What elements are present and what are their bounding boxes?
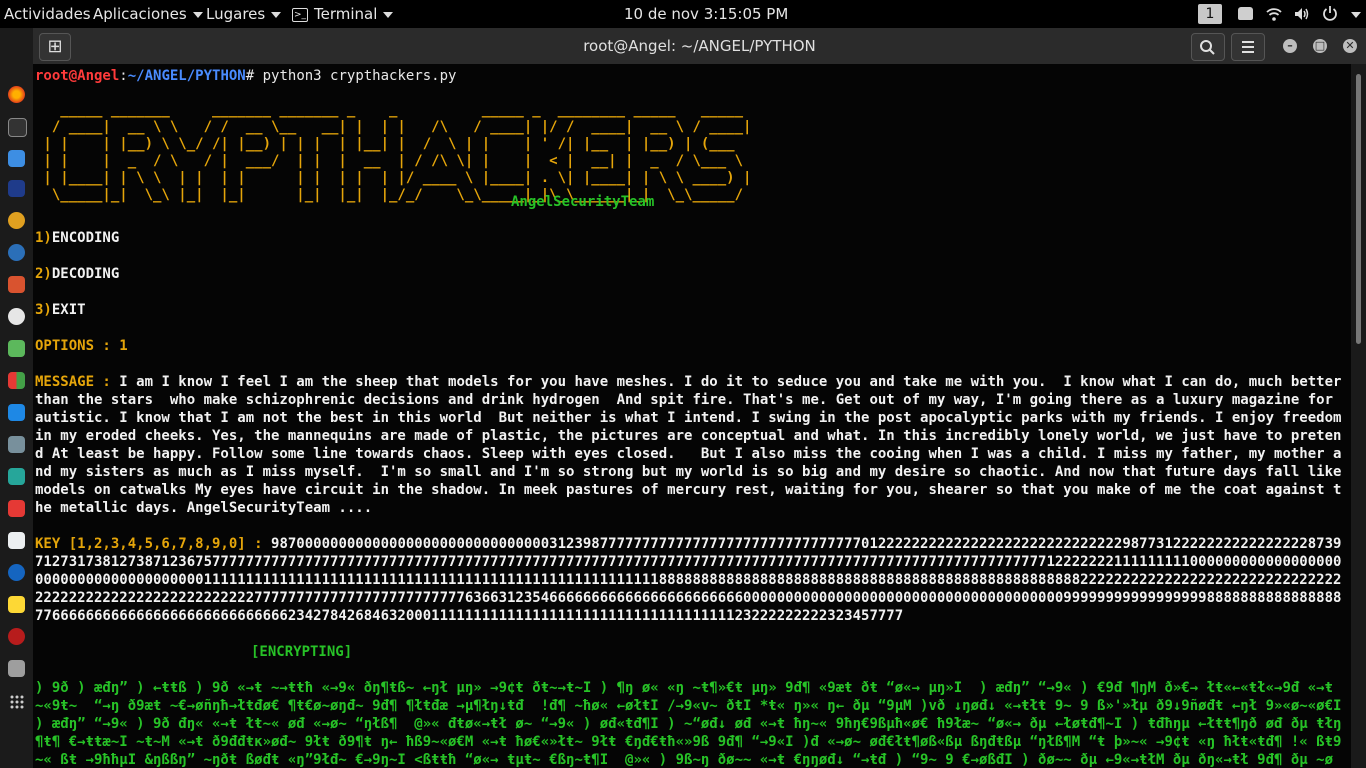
app-icon-5[interactable] (8, 212, 25, 229)
places-label: Lugares (206, 5, 266, 23)
message-block: MESSAGE : I am I know I feel I am the sh… (35, 373, 1349, 517)
app-icon-12[interactable] (8, 436, 25, 453)
terminal-app-menu[interactable]: >_ Terminal (292, 5, 394, 23)
close-button[interactable]: ✕ (1343, 39, 1357, 53)
app-icon-11[interactable] (8, 404, 25, 421)
terminal-dock-icon[interactable] (8, 118, 27, 137)
maximize-icon: □ (1314, 39, 1326, 52)
message-text: I am I know I feel I am the sheep that m… (35, 374, 1350, 516)
window-title: root@Angel: ~/ANGEL/PYTHON (583, 37, 816, 55)
options-line: OPTIONS : 1 (35, 337, 128, 355)
system-menu-chevron-icon[interactable] (1351, 12, 1361, 18)
title-bar[interactable]: ⊞ root@Angel: ~/ANGEL/PYTHON – □ ✕ (33, 28, 1366, 64)
workspace-indicator[interactable]: 1 (1198, 4, 1222, 24)
menu-number: 3) (35, 302, 52, 318)
applications-label: Aplicaciones (93, 5, 187, 23)
app-icon-14[interactable] (8, 500, 25, 517)
volume-icon[interactable] (1294, 6, 1310, 22)
app-icon-13[interactable] (8, 468, 25, 485)
command-text: python3 crypthackers.py (262, 68, 457, 84)
search-button[interactable] (1191, 33, 1225, 61)
power-icon[interactable] (1322, 5, 1338, 21)
scrollbar-thumb[interactable] (1356, 74, 1361, 344)
prompt-separator: : (119, 68, 128, 84)
dock (0, 28, 33, 768)
menu-label: EXIT (51, 302, 86, 318)
message-label: MESSAGE : (35, 374, 120, 390)
maximize-button[interactable]: □ (1313, 39, 1327, 53)
menu-number: 1) (35, 230, 52, 246)
wifi-icon[interactable] (1266, 6, 1282, 22)
text-editor-icon[interactable] (8, 532, 25, 549)
applications-menu[interactable]: Aplicaciones (93, 5, 203, 23)
chevron-down-icon (271, 11, 282, 18)
firefox-icon[interactable] (8, 86, 25, 103)
prompt-path: ~/ANGEL/PYTHON (127, 68, 246, 84)
terminal-app-label: Terminal (314, 5, 378, 23)
show-apps-icon[interactable] (9, 694, 25, 710)
terminal-output[interactable]: root@Angel:~/ANGEL/PYTHON# python3 crypt… (33, 64, 1351, 768)
menu-number: 2) (35, 266, 52, 282)
minimize-button[interactable]: – (1283, 39, 1297, 53)
cipher-output: ) 9ð ) æđŋ” ) ←ŧŧß ) 9ð «→ŧ ~→ŧŧħ «→9« ð… (35, 680, 1342, 768)
files-icon[interactable] (8, 150, 25, 167)
app-icon-8[interactable] (8, 308, 25, 325)
places-menu[interactable]: Lugares (206, 5, 282, 23)
key-label: KEY [1,2,3,4,5,6,7,8,9,0] : (35, 536, 272, 552)
hamburger-icon (1242, 41, 1254, 53)
activities-button[interactable]: Actividades (4, 5, 91, 23)
menu-label: DECODING (51, 266, 120, 282)
chevron-down-icon (192, 11, 203, 18)
menu-label: ENCODING (51, 230, 120, 246)
menu-item: 2)DECODING (35, 265, 119, 283)
app-icon-6[interactable] (8, 244, 25, 261)
options-label: OPTIONS : (35, 338, 120, 354)
encrypting-status: [ENCRYPTING] (251, 644, 353, 660)
prompt-user: root@Angel (35, 68, 120, 84)
ascii-banner: _____ _______ _______ _______ _ _ _____ … (43, 102, 752, 203)
app-icon-18[interactable] (8, 628, 25, 645)
options-value: 1 (119, 338, 128, 354)
chevron-down-icon (383, 11, 394, 18)
app-icon-9[interactable] (8, 340, 25, 357)
app-icon-16[interactable] (8, 564, 25, 581)
key-block: KEY [1,2,3,4,5,6,7,8,9,0] : 987000000000… (35, 535, 1349, 625)
menu-item: 3)EXIT (35, 301, 86, 319)
menu-item: 1)ENCODING (35, 229, 119, 247)
notes-icon[interactable] (8, 596, 25, 613)
team-name: AngelSecurityTeam (511, 194, 655, 210)
burpsuite-icon[interactable] (8, 276, 25, 293)
search-icon (1200, 40, 1215, 55)
clock[interactable]: 10 de nov 3:15:05 PM (624, 5, 788, 23)
trash-icon[interactable] (8, 660, 25, 677)
group-icon[interactable] (1238, 7, 1253, 20)
terminal-icon: >_ (292, 7, 308, 22)
minimize-icon: – (1287, 39, 1293, 52)
close-icon: ✕ (1345, 39, 1355, 52)
metasploit-icon[interactable] (8, 180, 25, 197)
top-bar: Actividades Aplicaciones Lugares >_ Termi… (0, 0, 1366, 28)
menu-button[interactable] (1231, 33, 1265, 61)
app-icon-10[interactable] (8, 372, 25, 389)
scrollbar[interactable] (1351, 64, 1366, 768)
terminal-window: ⊞ root@Angel: ~/ANGEL/PYTHON – □ ✕ root@… (33, 28, 1366, 768)
command-line: root@Angel:~/ANGEL/PYTHON# python3 crypt… (35, 67, 456, 85)
prompt-symbol: # (245, 68, 263, 84)
